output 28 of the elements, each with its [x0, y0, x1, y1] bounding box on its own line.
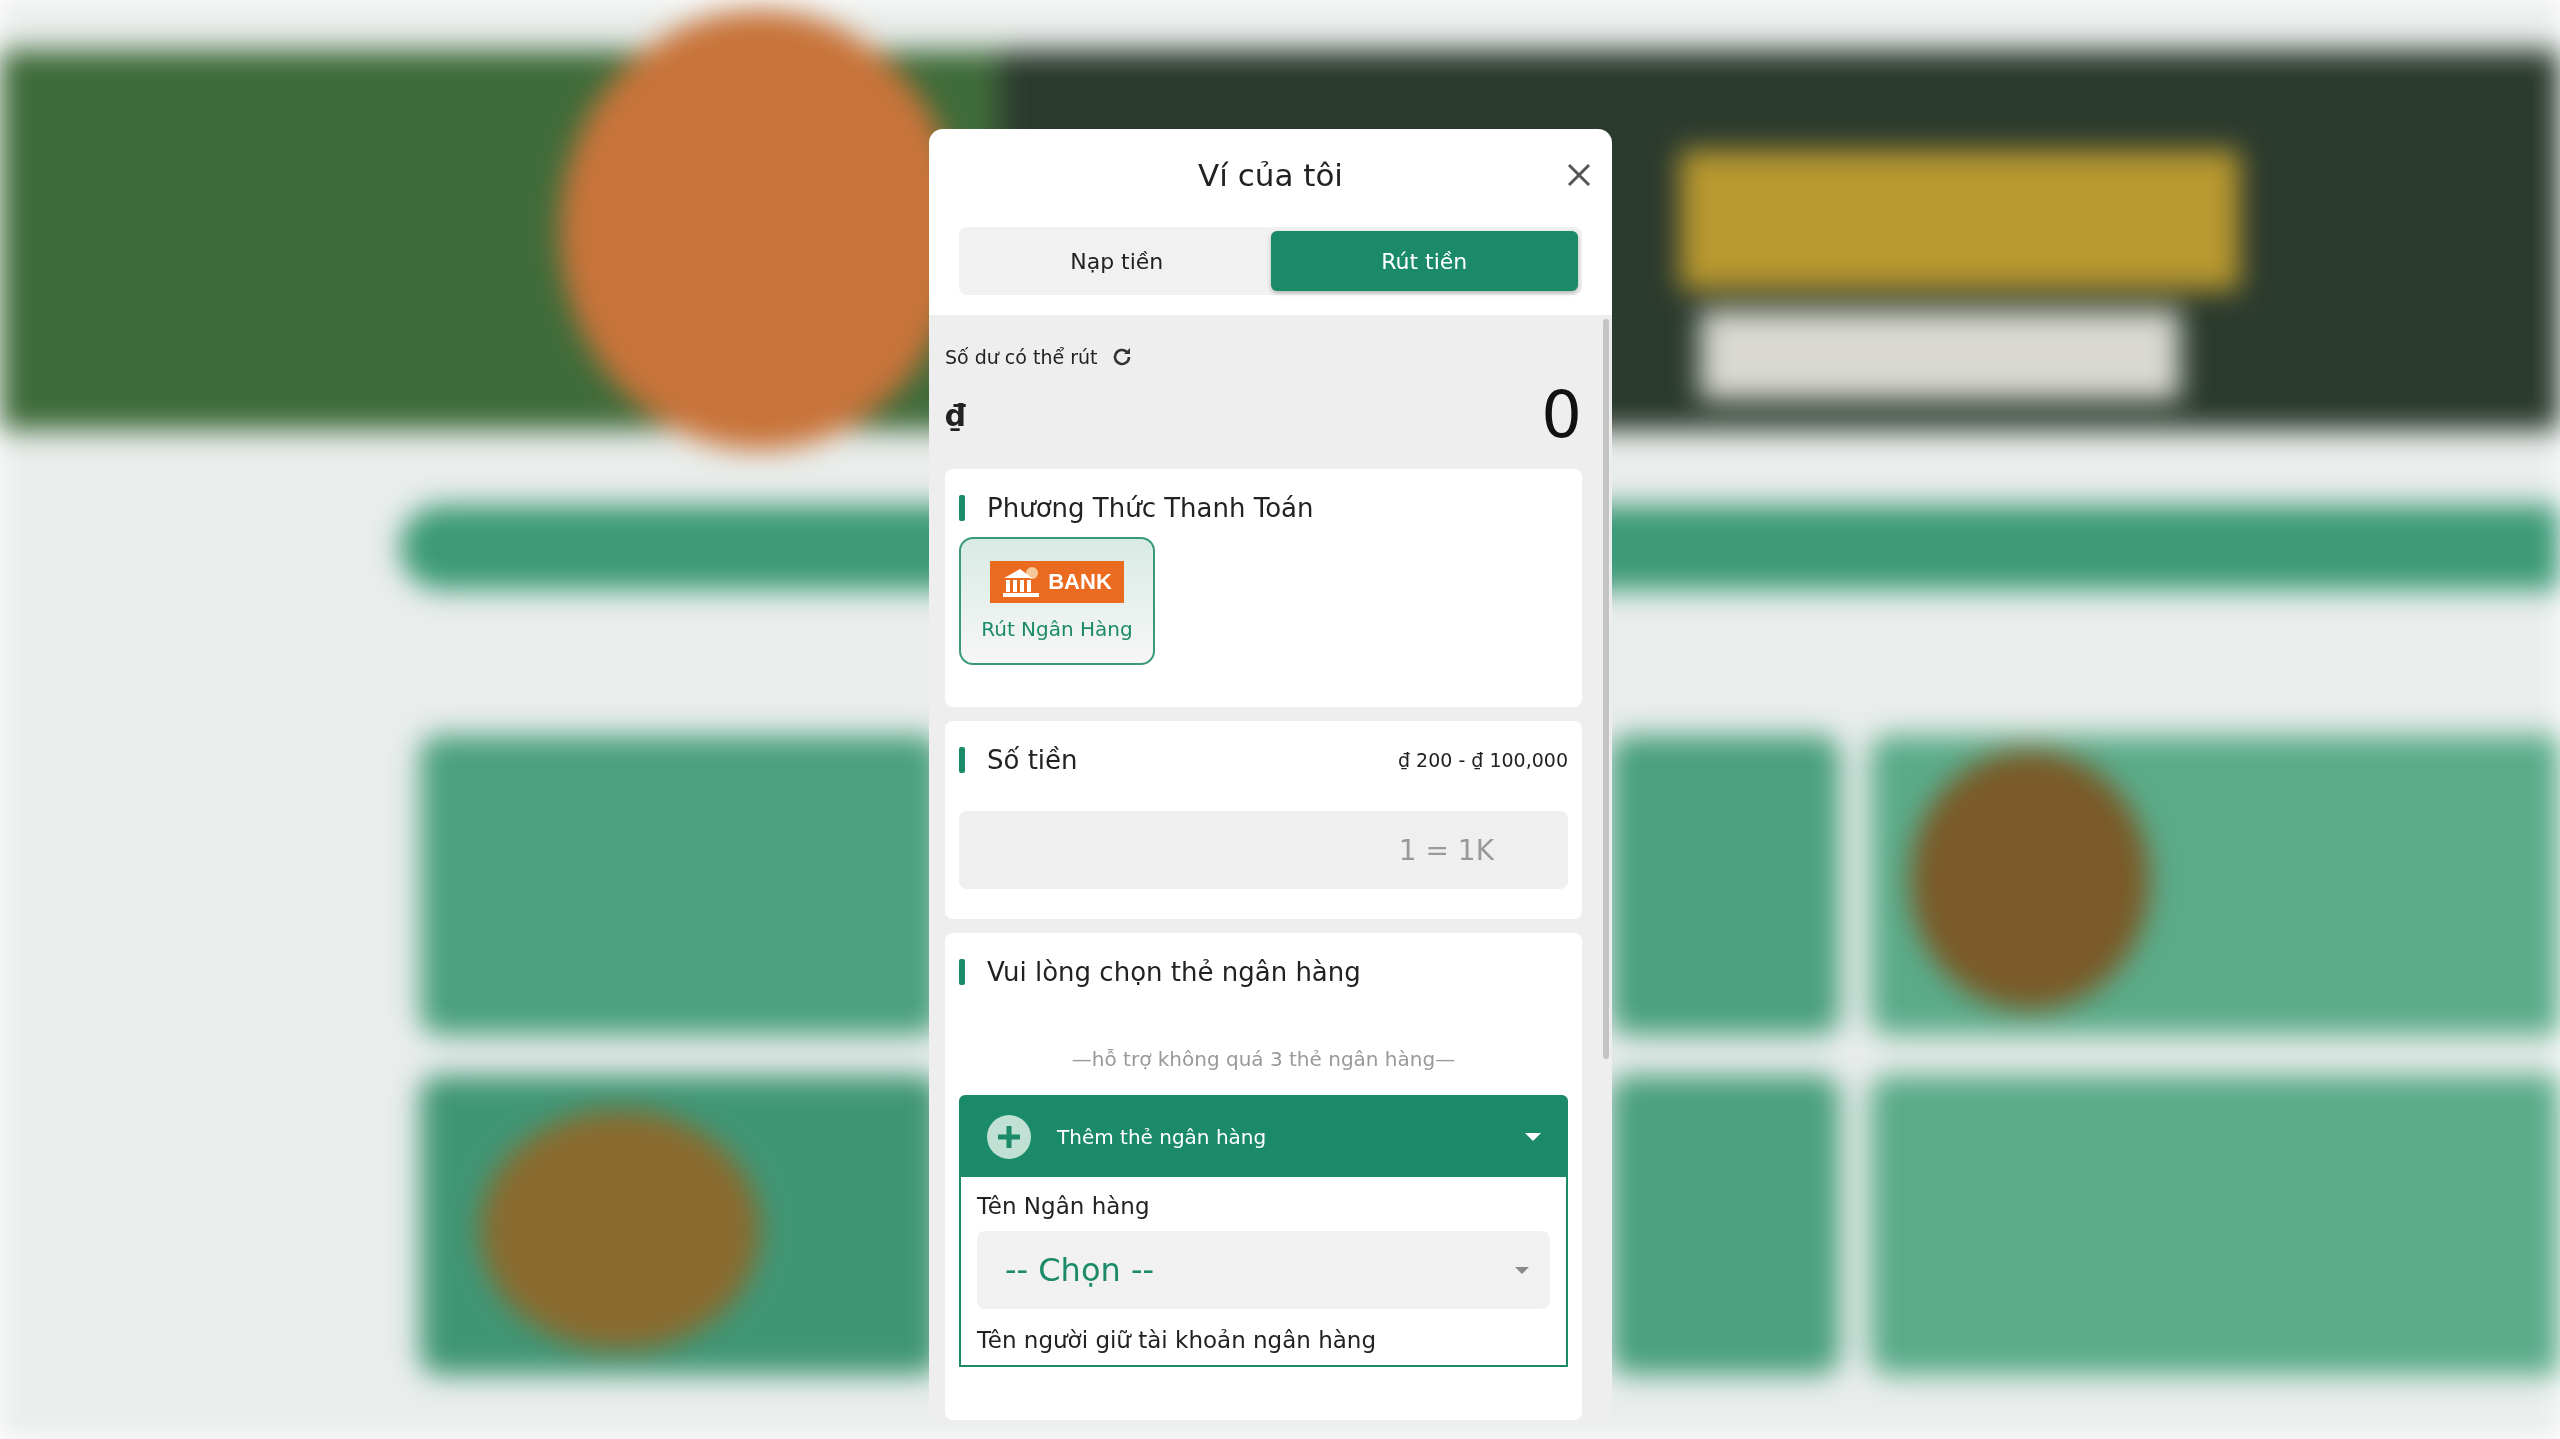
tab[interactable]: Rút tiền: [1270, 231, 1578, 291]
select-field[interactable]: -- Chọn --: [977, 1231, 1550, 1309]
accent-bar: [959, 959, 965, 985]
close-icon: [1566, 162, 1592, 188]
amount-field[interactable]: 1 = 1K: [959, 811, 1568, 889]
balance-amount: 0: [1541, 383, 1582, 447]
window-title: Ví của tôi: [1198, 157, 1343, 193]
logo-text: BANK: [1048, 569, 1112, 595]
accent-bar: [959, 495, 965, 521]
add-card-header[interactable]: Thêm thẻ ngân hàng: [961, 1097, 1566, 1177]
field-label: Tên Ngân hàng: [977, 1193, 1151, 1219]
caret-icon: [1514, 1265, 1530, 1275]
close-button[interactable]: [1566, 162, 1592, 188]
currency-symbol: ₫: [945, 397, 966, 433]
section-title: Phương Thức Thanh Toán: [987, 493, 1315, 523]
bank-icon: [1002, 566, 1041, 598]
tab[interactable]: Nạp tiền: [963, 231, 1271, 291]
payment-option[interactable]: BANK Rút Ngân Hàng: [959, 537, 1155, 665]
caret-icon: [1524, 1132, 1542, 1142]
amount-range: ₫ 200 - ₫ 100,000: [1397, 749, 1568, 771]
field-label: Tên người giữ tài khoản ngân hàng: [977, 1327, 1378, 1353]
plus-icon: [987, 1115, 1031, 1159]
section-title: Số tiền: [987, 745, 1079, 775]
option-label: Rút Ngân Hàng: [981, 617, 1133, 641]
accent-bar: [959, 747, 965, 773]
section-title: Vui lòng chọn thẻ ngân hàng: [987, 957, 1362, 987]
hint-text: —hỗ trợ không quá 3 thẻ ngân hàng—: [1070, 1047, 1457, 1071]
balance-label: Số dư có thể rút: [945, 346, 1098, 368]
